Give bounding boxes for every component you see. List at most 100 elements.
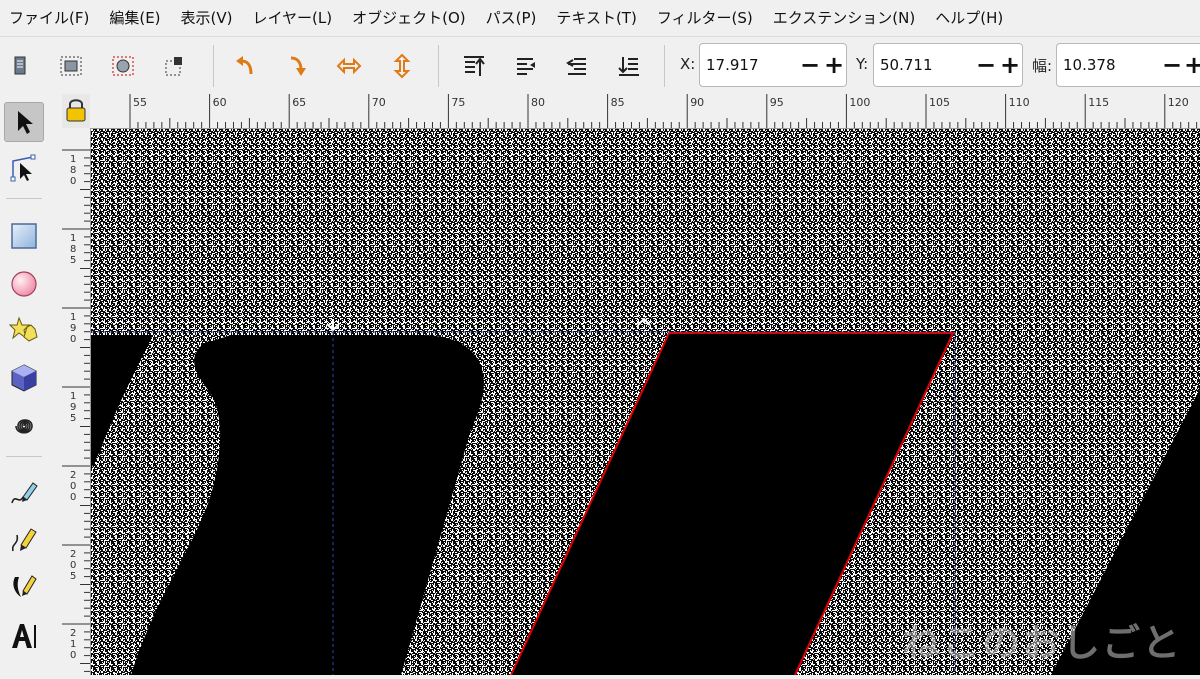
vertical-ruler[interactable]: 180185190195200205210: [62, 128, 91, 675]
node-editor-icon: [10, 154, 36, 182]
ruler-label: 1: [70, 639, 76, 650]
calligraphy-tool[interactable]: [4, 566, 44, 606]
ruler-label: 70: [372, 96, 386, 109]
toolbox-separator: [6, 198, 42, 199]
menu-text[interactable]: テキスト(T): [547, 0, 647, 36]
toolbar-separator: [664, 45, 665, 87]
selector-tool[interactable]: [4, 102, 44, 142]
ruler-label: 1: [70, 312, 76, 323]
menu-edit[interactable]: 編集(E): [100, 0, 171, 36]
calligraphy-icon: [13, 575, 37, 597]
star-icon: [9, 316, 38, 342]
width-decrement-button[interactable]: −: [1160, 53, 1184, 77]
menu-object[interactable]: オブジェクト(O): [343, 0, 477, 36]
text-tool[interactable]: [4, 616, 44, 656]
ruler-label: 1: [70, 391, 76, 402]
ruler-label: 55: [133, 96, 147, 109]
ruler-label: 100: [849, 96, 870, 109]
spiral-icon: [15, 419, 33, 434]
text-icon: [12, 624, 36, 648]
invert-selection-icon: [112, 56, 134, 76]
vertical-ruler-ticks: 180185190195200205210: [62, 149, 90, 672]
menu-help[interactable]: ヘルプ(H): [926, 0, 1014, 36]
ruler-label: 120: [1168, 96, 1189, 109]
width-increment-button[interactable]: +: [1184, 53, 1200, 77]
lower-button[interactable]: [561, 50, 593, 82]
3d-box-tool[interactable]: [4, 358, 44, 398]
ruler-label: 5: [70, 255, 76, 266]
horizontal-ruler-ticks: 55 60 65 70 75 80 85 90 95 100 105 110 115 120: [129, 94, 1198, 128]
raise-button[interactable]: [510, 50, 542, 82]
menu-extensions[interactable]: エクステンション(N): [764, 0, 926, 36]
ruler-label: 85: [611, 96, 625, 109]
width-input[interactable]: 10.378: [1057, 56, 1160, 74]
menu-filters[interactable]: フィルター(S): [648, 0, 764, 36]
ruler-label: 95: [770, 96, 784, 109]
lower-icon: [566, 58, 586, 75]
rotate-ccw-button[interactable]: [229, 50, 261, 82]
toolbox-separator: [6, 456, 42, 457]
ruler-label: 80: [531, 96, 545, 109]
menu-file[interactable]: ファイル(F): [0, 0, 100, 36]
ruler-label: 0: [70, 334, 76, 345]
drawing-canvas[interactable]: ねこのおしごと: [91, 129, 1200, 675]
node-tool[interactable]: [4, 148, 44, 188]
ruler-label: 0: [70, 176, 76, 187]
ruler-label: 0: [70, 481, 76, 492]
y-input[interactable]: 50.711: [874, 56, 974, 74]
ruler-label: 110: [1009, 96, 1030, 109]
x-spinbox: 17.917 − +: [699, 43, 847, 87]
pencil-tool[interactable]: [4, 474, 44, 514]
ruler-label: 75: [451, 96, 465, 109]
rectangle-tool[interactable]: [4, 216, 44, 256]
ruler-label: 115: [1088, 96, 1109, 109]
raise-icon: [517, 58, 535, 75]
ruler-label: 5: [70, 571, 76, 582]
deselect-icon: [165, 57, 182, 76]
ruler-label: 60: [213, 96, 227, 109]
rotate-cw-icon: [290, 56, 306, 76]
x-input[interactable]: 17.917: [700, 56, 798, 74]
spiral-tool[interactable]: [4, 406, 44, 446]
pen-tool[interactable]: [4, 520, 44, 560]
rotate-cw-button[interactable]: [281, 50, 313, 82]
select-all-layers-button[interactable]: [55, 50, 87, 82]
ruler-label: 2: [70, 549, 76, 560]
ruler-label: 2: [70, 628, 76, 639]
cube-icon: [11, 364, 37, 392]
lower-to-bottom-button[interactable]: [613, 50, 645, 82]
x-increment-button[interactable]: +: [822, 53, 846, 77]
select-all-button[interactable]: [4, 50, 36, 82]
x-decrement-button[interactable]: −: [798, 53, 822, 77]
invert-selection-button[interactable]: [107, 50, 139, 82]
raise-to-top-button[interactable]: [458, 50, 490, 82]
horizontal-ruler[interactable]: 55 60 65 70 75 80 85 90 95 100 105 110 115 120: [90, 94, 1200, 129]
toolbox: [0, 94, 63, 675]
ellipse-tool[interactable]: [4, 264, 44, 304]
menu-view[interactable]: 表示(V): [172, 0, 244, 36]
lock-icon: [66, 99, 86, 122]
rectangle-icon: [11, 223, 37, 249]
menu-path[interactable]: パス(P): [477, 0, 548, 36]
y-spinbox: 50.711 − +: [873, 43, 1023, 87]
raise-to-top-icon: [464, 56, 485, 76]
deselect-button[interactable]: [159, 50, 191, 82]
guide-lock-toggle[interactable]: [62, 94, 91, 129]
menu-layer[interactable]: レイヤー(L): [244, 0, 344, 36]
ruler-label: 65: [292, 96, 306, 109]
flip-vertical-button[interactable]: [386, 50, 418, 82]
ruler-label: 0: [70, 560, 76, 571]
pencil-icon: [11, 482, 38, 504]
flip-vertical-icon: [393, 53, 411, 79]
select-all-layers-icon: [60, 56, 82, 76]
ruler-label: 8: [70, 165, 76, 176]
y-increment-button[interactable]: +: [998, 53, 1022, 77]
ruler-label: 105: [929, 96, 950, 109]
star-tool[interactable]: [4, 310, 44, 350]
y-decrement-button[interactable]: −: [974, 53, 998, 77]
toolbar-separator: [213, 45, 214, 87]
pen-icon: [11, 528, 37, 552]
ruler-label: 5: [70, 413, 76, 424]
flip-horizontal-button[interactable]: [333, 50, 365, 82]
rotate-ccw-icon: [236, 56, 253, 75]
